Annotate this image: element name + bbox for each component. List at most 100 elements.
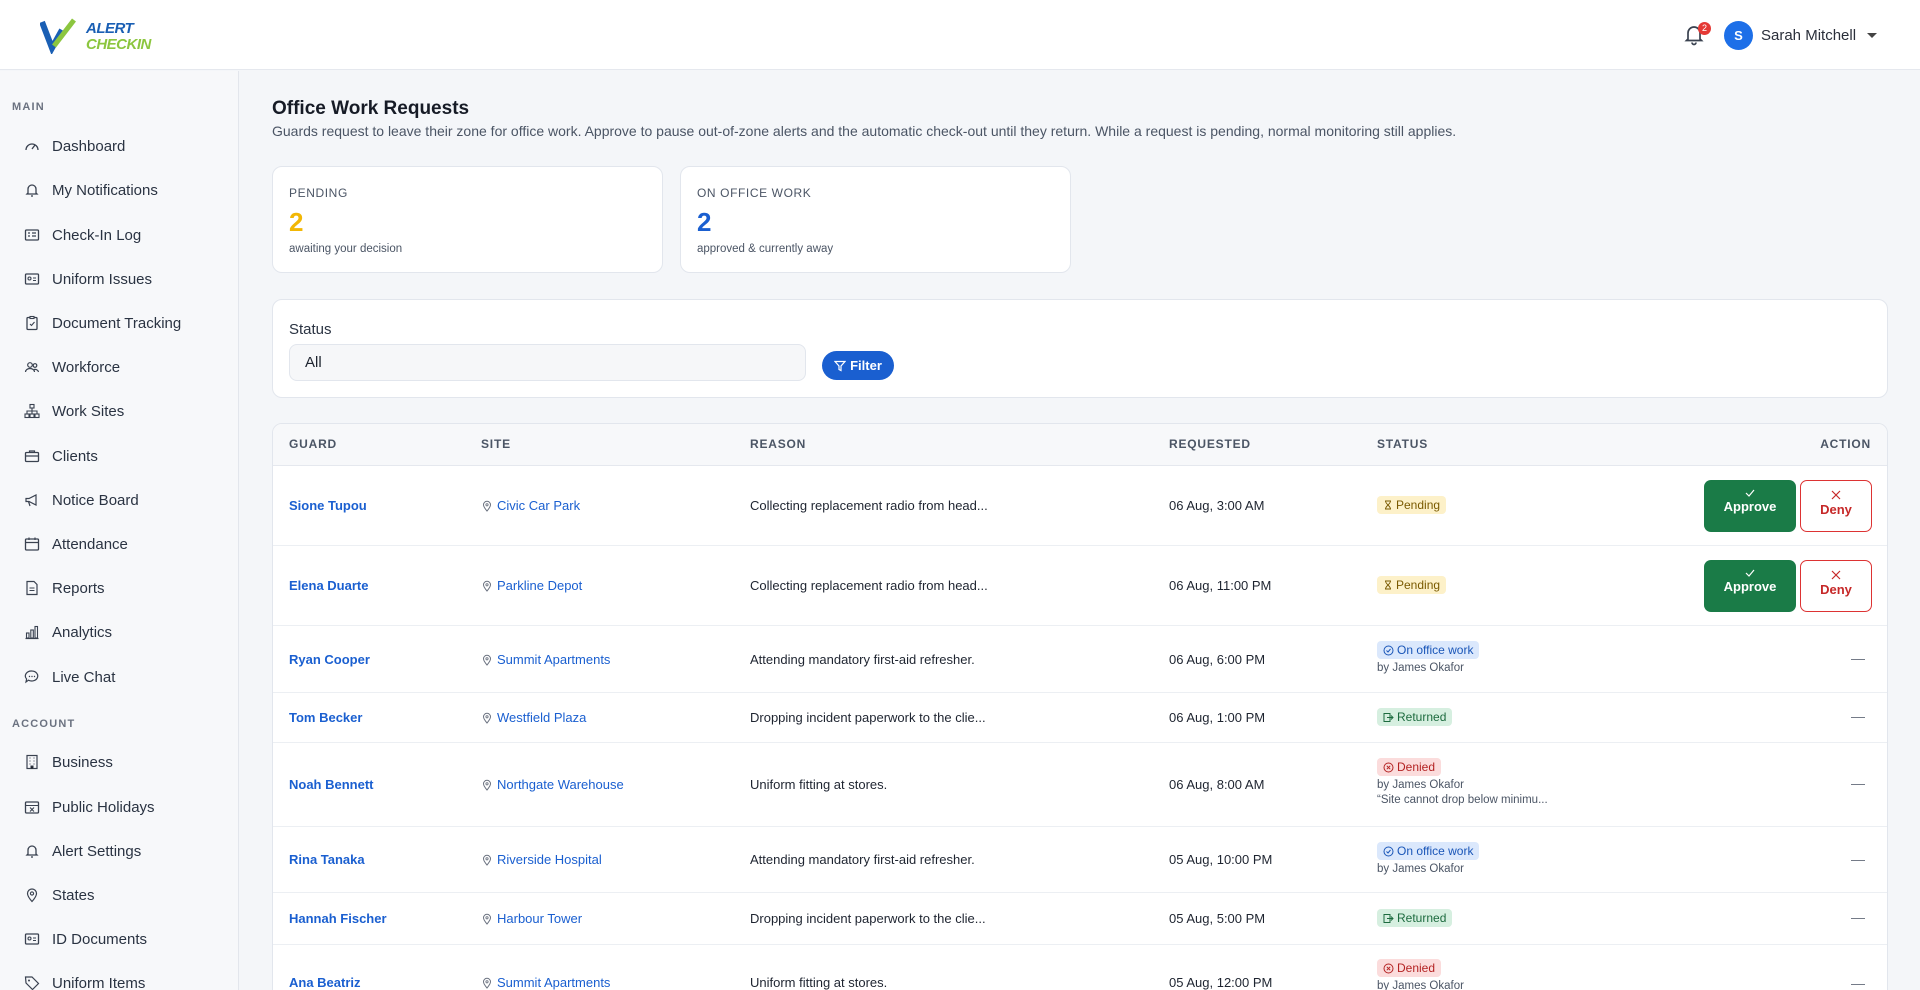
site-link[interactable]: Civic Car Park (481, 498, 580, 513)
return-icon (1383, 712, 1394, 722)
sidebar-item-label: Work Sites (52, 402, 125, 420)
deny-button[interactable]: Deny (1800, 480, 1872, 532)
sidebar-item-work-sites[interactable]: Work Sites (24, 396, 224, 426)
notification-count-badge: 2 (1698, 22, 1711, 35)
user-avatar[interactable]: S (1724, 21, 1753, 50)
sidebar-item-uniform-issues[interactable]: Uniform Issues (24, 264, 224, 294)
status-cell: Denied by James Okafor “Site cannot drop… (1377, 758, 1548, 806)
return-icon (1383, 913, 1394, 923)
sidebar-item-label: Attendance (52, 535, 128, 553)
status-badge: On office work (1377, 641, 1480, 659)
no-action: — (1851, 708, 1865, 724)
sidebar-item-uniform-items[interactable]: Uniform Items (24, 968, 224, 990)
status-select[interactable]: All (289, 344, 806, 381)
deny-button[interactable]: Deny (1800, 560, 1872, 612)
hourglass-icon (1385, 580, 1391, 590)
bell-icon (25, 845, 39, 858)
site-link[interactable]: Parkline Depot (481, 578, 582, 593)
sidebar-item-dashboard[interactable]: Dashboard (24, 131, 224, 161)
stat-card-pending: PENDING 2 awaiting your decision (272, 166, 663, 273)
site-name: Harbour Tower (497, 911, 583, 926)
sidebar-item-label: My Notifications (52, 181, 158, 199)
map-pin-icon (482, 654, 492, 666)
no-action: — (1851, 851, 1865, 867)
column-header-reason[interactable]: REASON (750, 437, 806, 451)
guard-name-link[interactable]: Elena Duarte (289, 578, 368, 593)
status-cell: Returned (1377, 909, 1453, 927)
sidebar-item-business[interactable]: Business (24, 747, 224, 777)
sidebar-item-workforce[interactable]: Workforce (24, 352, 224, 382)
sidebar-item-my-notifications[interactable]: My Notifications (24, 175, 224, 205)
site-link[interactable]: Summit Apartments (481, 975, 610, 990)
top-bar: ALERT CHECKIN 2 S Sarah Mitchell (0, 0, 1920, 70)
guard-name-link[interactable]: Sione Tupou (289, 498, 367, 513)
sidebar-item-alert-settings[interactable]: Alert Settings (24, 836, 224, 866)
app-logo[interactable]: ALERT CHECKIN (40, 16, 160, 56)
approve-label: Approve (1723, 499, 1777, 514)
status-cell: On office work by James Okafor (1377, 641, 1480, 674)
stat-value: 2 (289, 207, 304, 237)
sidebar-item-check-in-log[interactable]: Check-In Log (24, 220, 224, 250)
guard-name-link[interactable]: Tom Becker (289, 710, 362, 725)
sidebar-item-label: Notice Board (52, 491, 139, 509)
sidebar-item-clients[interactable]: Clients (24, 441, 224, 471)
sidebar-item-live-chat[interactable]: Live Chat (24, 662, 224, 692)
column-header-status[interactable]: STATUS (1377, 437, 1428, 451)
map-pin-icon (26, 888, 38, 903)
requests-table: GUARD SITE REASON REQUESTED STATUS ACTIO… (272, 423, 1888, 990)
site-link[interactable]: Westfield Plaza (481, 710, 586, 725)
column-header-site[interactable]: SITE (481, 437, 511, 451)
user-menu-chevron-down-icon[interactable] (1867, 33, 1877, 38)
id-card-icon (24, 273, 40, 285)
sidebar-item-label: Dashboard (52, 137, 126, 155)
calendar-icon (24, 537, 40, 551)
requested-time: 06 Aug, 6:00 PM (1169, 652, 1266, 667)
sidebar-item-label: Business (52, 753, 113, 771)
funnel-icon (834, 360, 847, 371)
check-icon (1745, 569, 1755, 577)
sidebar-item-notice-board[interactable]: Notice Board (24, 485, 224, 515)
user-name[interactable]: Sarah Mitchell (1761, 27, 1856, 44)
guard-name-link[interactable]: Ryan Cooper (289, 652, 370, 667)
check-icon (1745, 489, 1755, 497)
sidebar-item-document-tracking[interactable]: Document Tracking (24, 308, 224, 338)
approve-button[interactable]: Approve (1704, 480, 1796, 532)
guard-name-link[interactable]: Noah Bennett (289, 777, 374, 792)
guard-name-link[interactable]: Rina Tanaka (289, 852, 365, 867)
reason-text: Uniform fitting at stores. (750, 777, 888, 792)
sidebar-item-id-documents[interactable]: ID Documents (24, 924, 224, 954)
sidebar-item-attendance[interactable]: Attendance (24, 529, 224, 559)
site-link[interactable]: Summit Apartments (481, 652, 610, 667)
sidebar-item-label: Reports (52, 579, 105, 597)
sidebar-item-label: Document Tracking (52, 314, 182, 332)
status-text: Denied (1397, 760, 1436, 774)
column-header-guard[interactable]: GUARD (289, 437, 337, 451)
sidebar-item-states[interactable]: States (24, 880, 224, 910)
stat-subtext: awaiting your decision (289, 243, 403, 255)
sidebar-item-public-holidays[interactable]: Public Holidays (24, 792, 224, 822)
site-link[interactable]: Riverside Hospital (481, 852, 602, 867)
site-name: Summit Apartments (497, 652, 611, 667)
status-text: Pending (1396, 578, 1441, 592)
column-header-requested[interactable]: REQUESTED (1169, 437, 1251, 451)
site-link[interactable]: Harbour Tower (481, 911, 582, 926)
status-badge: Returned (1377, 909, 1453, 927)
sidebar: MAIN Dashboard My Notifications Check-In… (0, 71, 239, 990)
sidebar-item-analytics[interactable]: Analytics (24, 617, 224, 647)
site-link[interactable]: Northgate Warehouse (481, 777, 624, 792)
map-pin-icon (482, 913, 492, 925)
sidebar-item-reports[interactable]: Reports (24, 573, 224, 603)
guard-name-link[interactable]: Hannah Fischer (289, 911, 387, 926)
filter-button[interactable]: Filter (822, 351, 894, 380)
reason-text: Dropping incident paperwork to the clie.… (750, 911, 986, 926)
document-icon (26, 580, 38, 596)
calendar-x-icon (24, 801, 40, 814)
approve-button[interactable]: Approve (1704, 560, 1796, 612)
map-pin-icon (482, 977, 492, 989)
guard-name-link[interactable]: Ana Beatriz (289, 975, 361, 990)
sidebar-item-label: Public Holidays (52, 798, 155, 816)
reason-text: Uniform fitting at stores. (750, 975, 888, 990)
status-badge: Denied (1377, 758, 1442, 776)
status-badge: Pending (1377, 496, 1447, 514)
table-row: Noah Bennett Northgate Warehouse Uniform… (273, 743, 1887, 827)
